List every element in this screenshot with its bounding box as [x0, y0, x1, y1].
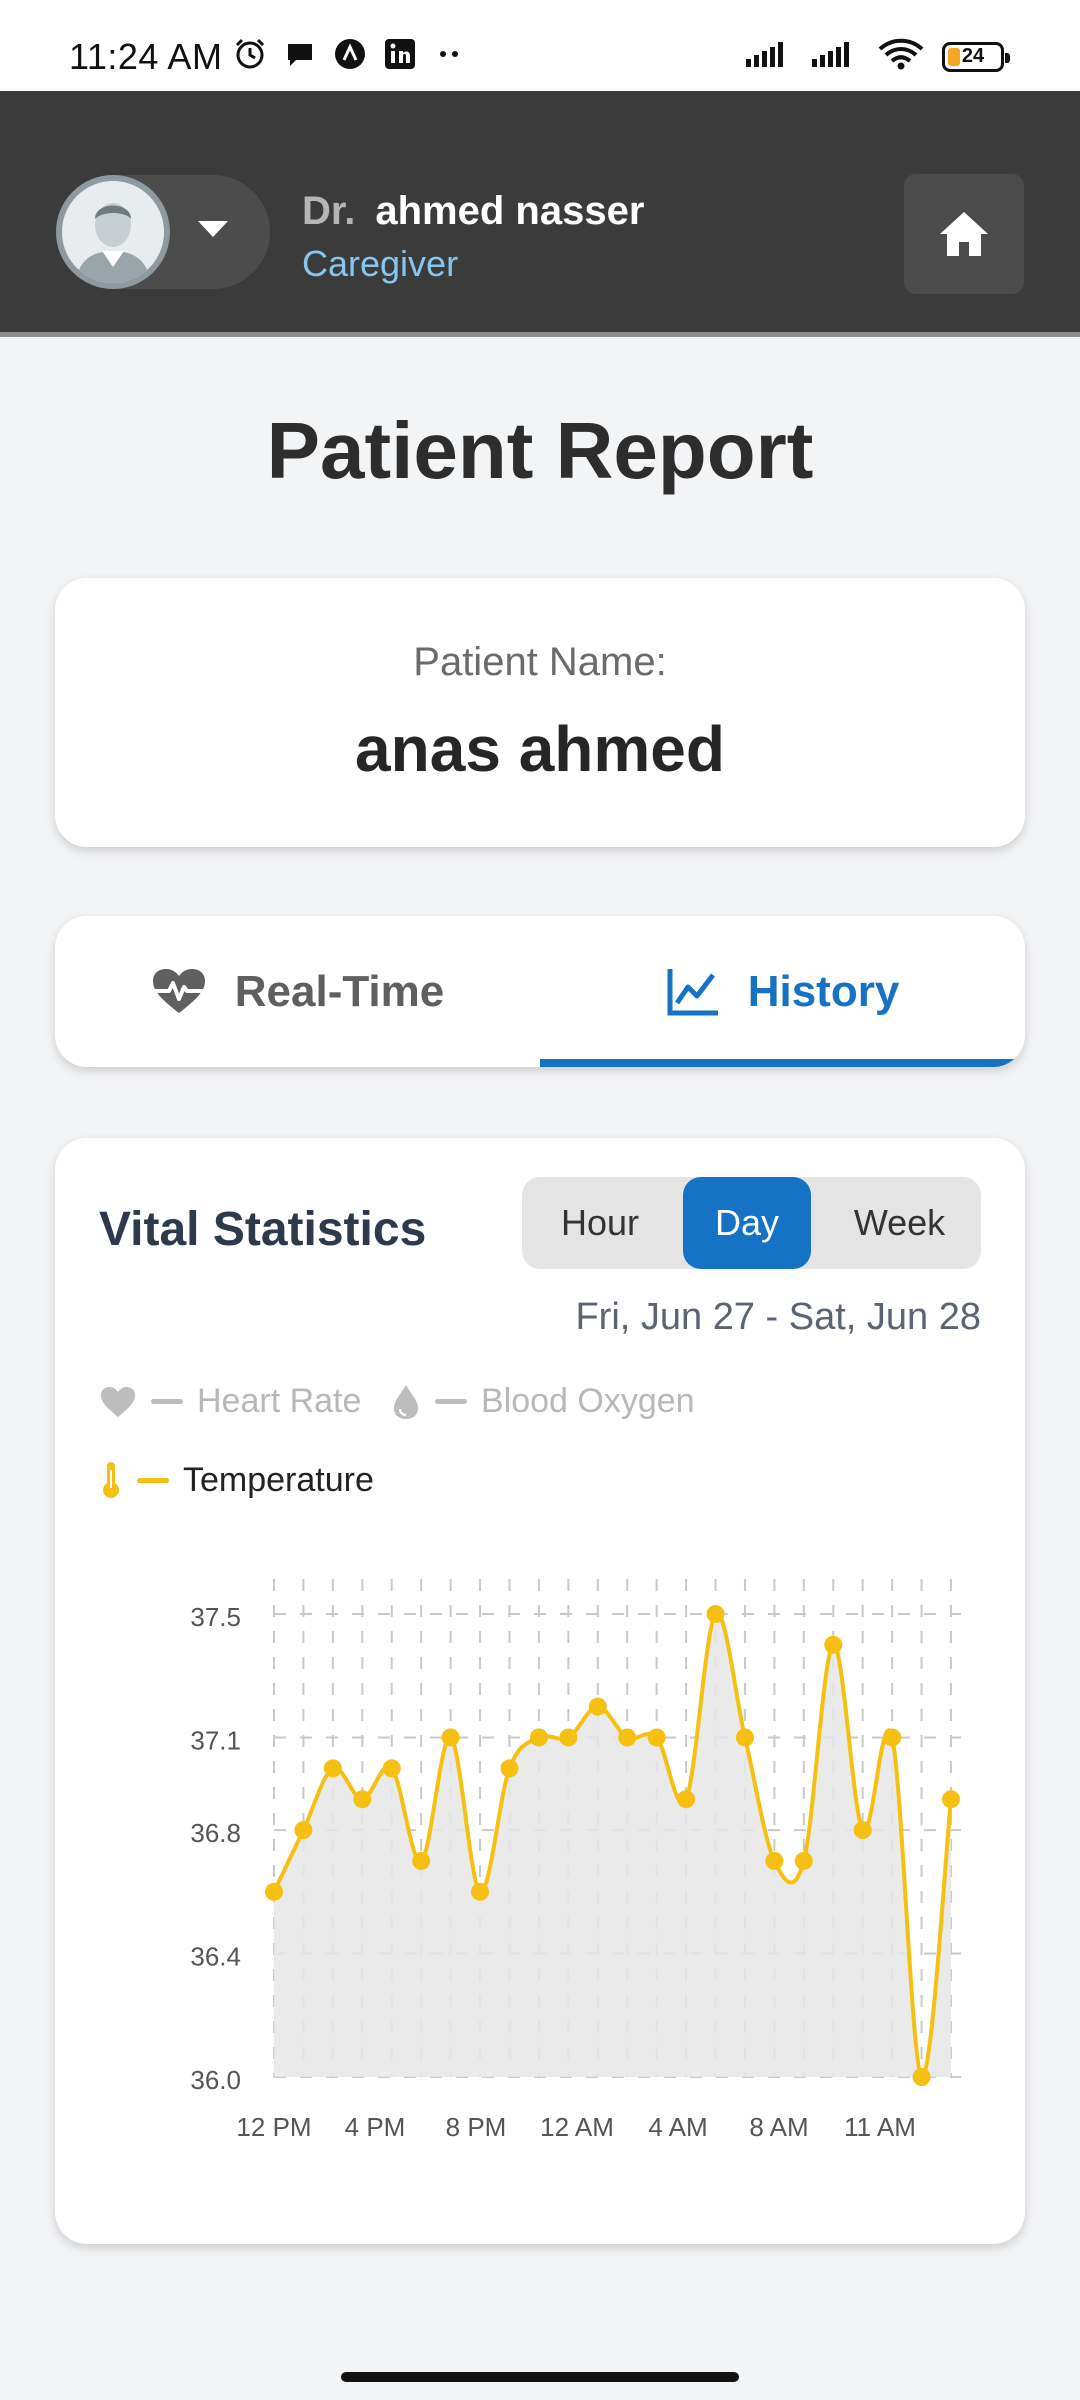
chevron-down-icon	[198, 221, 228, 237]
data-point	[912, 2068, 931, 2086]
data-point	[471, 1882, 490, 1901]
y-tick-label: 37.5	[190, 1602, 241, 1632]
data-point	[942, 1790, 960, 1809]
app-header: Dr. ahmed nasser Caregiver	[0, 91, 1080, 337]
data-point	[794, 1851, 813, 1870]
data-point	[294, 1821, 313, 1840]
status-time: 11:24 AM	[69, 36, 223, 77]
app-icon	[332, 36, 368, 72]
data-point	[735, 1728, 754, 1747]
chat-icon	[282, 36, 318, 72]
data-point	[529, 1728, 548, 1747]
alarm-icon	[232, 36, 268, 72]
line-chart-icon	[667, 968, 718, 1015]
temperature-area	[274, 1613, 951, 2078]
patient-label: Patient Name:	[413, 640, 667, 684]
data-point	[588, 1697, 607, 1716]
y-tick-label: 36.0	[190, 2065, 241, 2095]
data-point	[412, 1851, 431, 1870]
data-point	[500, 1759, 519, 1778]
wifi-icon	[876, 38, 926, 75]
data-point	[824, 1635, 843, 1654]
avatar	[56, 175, 170, 289]
more-dots-icon	[432, 36, 468, 72]
x-tick-label: 12 AM	[540, 2112, 614, 2142]
tab-history[interactable]: History	[540, 916, 1025, 1067]
data-point	[323, 1759, 342, 1778]
data-point	[441, 1728, 460, 1747]
data-point	[559, 1728, 578, 1747]
data-point	[618, 1728, 637, 1747]
system-icons: 24	[744, 38, 1010, 75]
report-tabs: Real-Time History	[55, 916, 1025, 1067]
linkedin-icon	[382, 36, 418, 72]
x-tick-label: 11 AM	[844, 2112, 916, 2142]
y-tick-label: 36.4	[190, 1942, 241, 1972]
page-title: Patient Report	[266, 406, 814, 495]
user-role: Caregiver	[302, 243, 459, 284]
active-tab-indicator	[540, 1059, 1025, 1067]
x-tick-label: 8 PM	[446, 2112, 507, 2142]
doctor-name-text: ahmed nasser	[375, 189, 645, 233]
data-point	[677, 1790, 696, 1809]
vital-statistics-card: Vital Statistics Hour Day Week Fri, Jun …	[55, 1138, 1025, 2244]
y-tick-label: 36.8	[190, 1818, 241, 1848]
data-point	[765, 1851, 784, 1870]
data-point	[853, 1821, 872, 1840]
home-icon	[940, 212, 988, 256]
x-tick-label: 12 PM	[236, 2112, 311, 2142]
y-tick-label: 37.1	[190, 1725, 241, 1755]
temperature-chart: 37.5 37.1 36.8 36.4 36.0 12 PM 4 PM 8 PM 12 AM 4 …	[190, 1579, 961, 2142]
doctor-prefix: Dr.	[302, 189, 356, 233]
x-tick-label: 4 PM	[345, 2112, 406, 2142]
x-tick-label: 4 AM	[648, 2112, 707, 2142]
tab-real-time[interactable]: Real-Time	[55, 916, 540, 1067]
data-point	[382, 1759, 401, 1778]
data-point	[883, 1728, 902, 1747]
data-point	[706, 1605, 725, 1623]
signal-icon	[744, 39, 794, 74]
home-indicator	[341, 2372, 739, 2382]
tab-history-label: History	[747, 966, 900, 1016]
data-point	[647, 1728, 666, 1747]
tab-real-time-label: Real-Time	[234, 966, 445, 1016]
doctor-name: Dr. ahmed nasser	[302, 189, 644, 234]
notification-icons	[232, 36, 468, 72]
x-tick-label: 8 AM	[749, 2112, 808, 2142]
heart-pulse-icon	[152, 968, 205, 1013]
patient-card: Patient Name: anas ahmed	[55, 578, 1025, 847]
profile-menu-button[interactable]	[56, 175, 270, 289]
battery-level: 24	[961, 45, 985, 67]
status-bar: 11:24 AM 24	[0, 0, 1080, 91]
data-point	[265, 1882, 283, 1901]
patient-name: anas ahmed	[355, 713, 725, 785]
home-button[interactable]	[904, 174, 1024, 294]
data-point	[353, 1790, 372, 1809]
signal-icon	[810, 39, 860, 74]
battery-icon: 24	[942, 41, 1010, 72]
